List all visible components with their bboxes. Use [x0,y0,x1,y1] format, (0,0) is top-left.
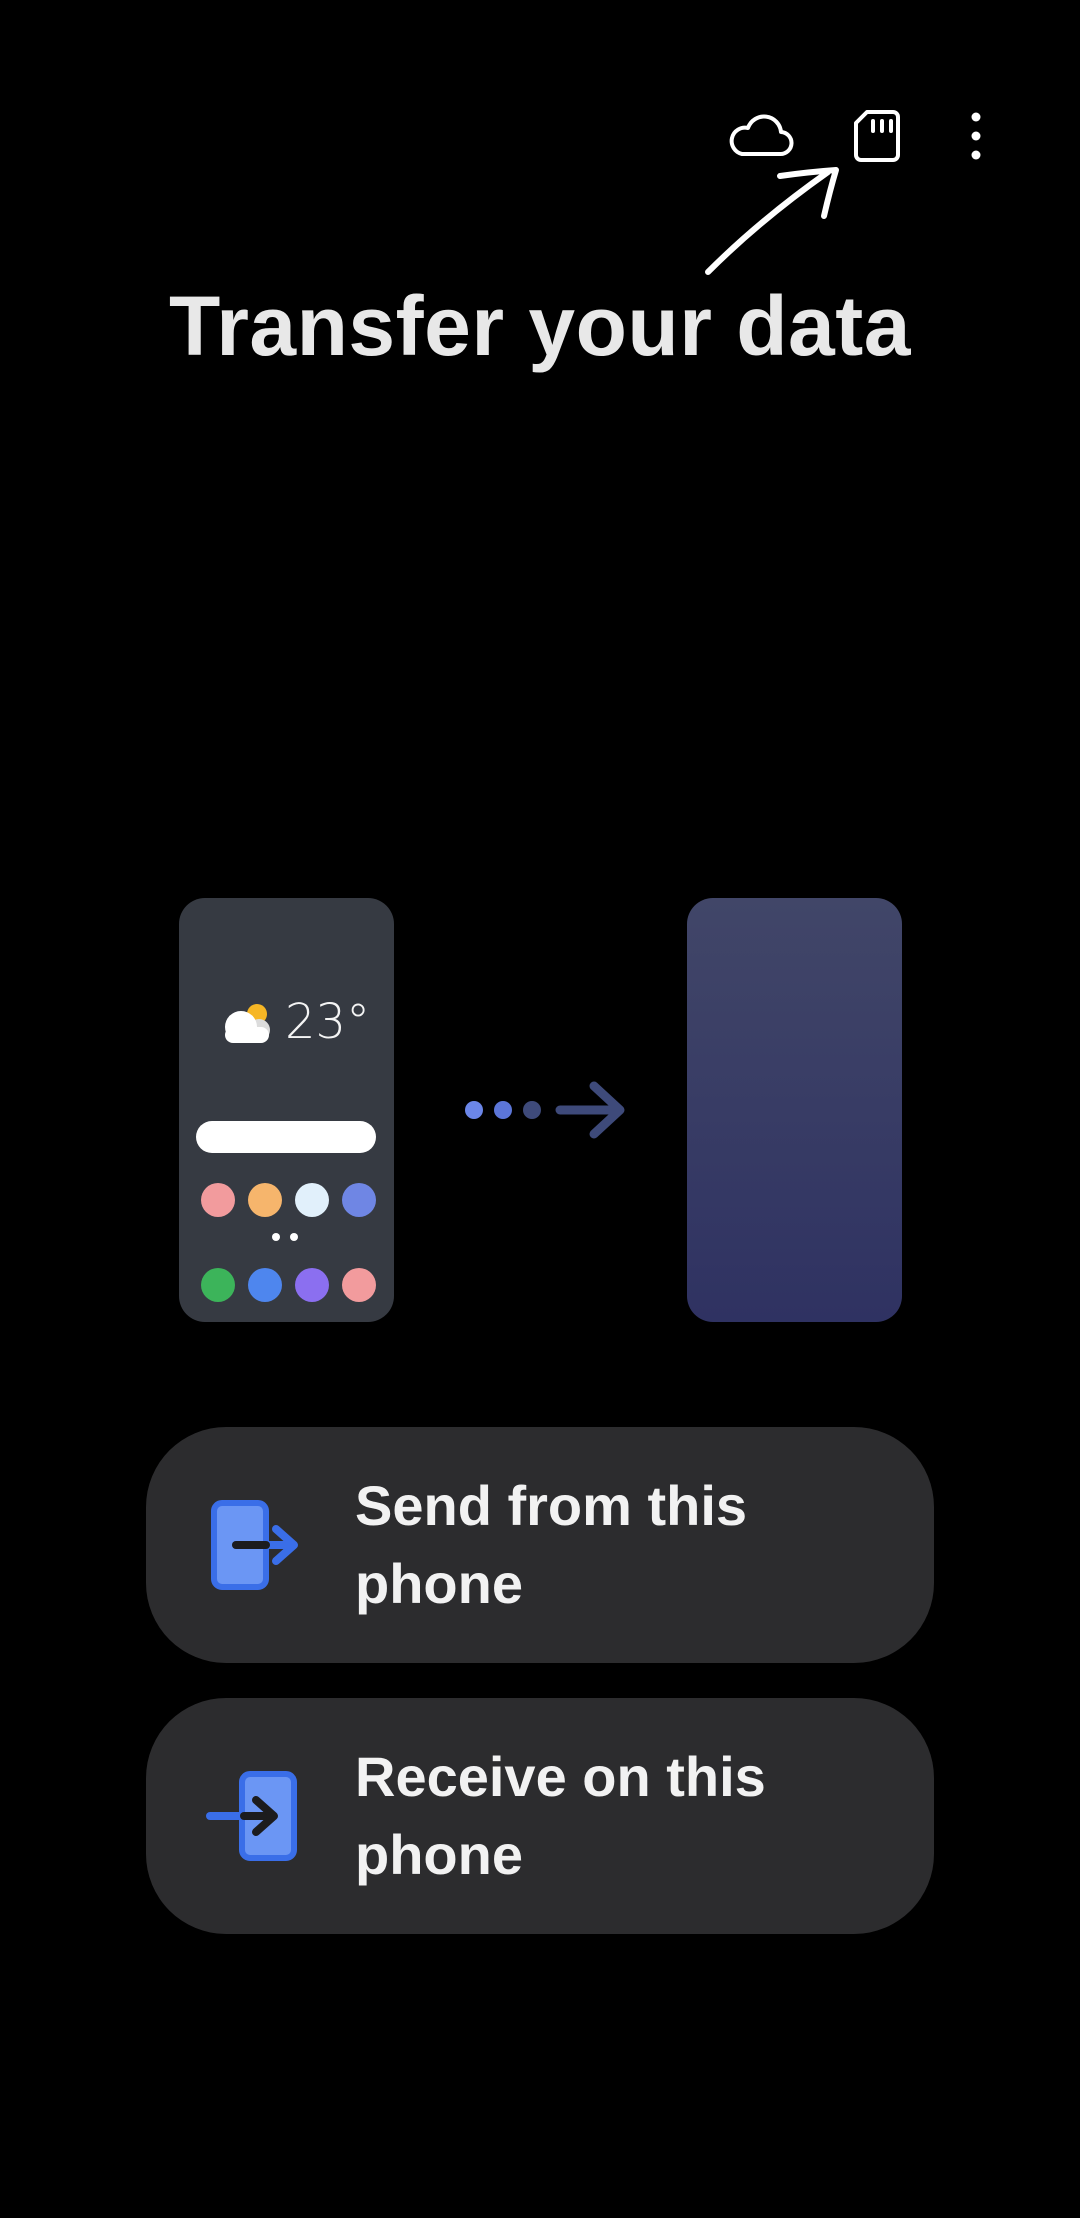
more-options-icon[interactable] [956,104,996,168]
send-phone-icon [211,1500,298,1590]
transfer-arrow-icon [465,1081,625,1139]
app-icon [248,1183,282,1217]
old-phone-illustration: 23° [179,898,394,1322]
app-icon [342,1183,376,1217]
app-icon [201,1268,235,1302]
weather-widget: 23° [221,994,370,1050]
app-icon [295,1268,329,1302]
send-from-this-phone-button[interactable]: Send from this phone [146,1427,934,1663]
new-phone-illustration [687,898,902,1322]
app-row-2 [201,1268,376,1302]
temperature-label: 23° [285,994,371,1050]
page-title: Transfer your data [169,279,911,373]
app-icon [342,1268,376,1302]
app-icon [201,1183,235,1217]
send-button-label: Send from this phone [355,1474,748,1615]
cloud-icon[interactable] [724,104,798,168]
receive-phone-icon [206,1771,297,1861]
sd-card-icon[interactable] [845,104,909,168]
annotation-arrow-icon [705,167,839,275]
receive-on-this-phone-button[interactable]: Receive on this phone [146,1698,934,1934]
search-bar-illustration [196,1121,376,1153]
app-row-1 [201,1183,376,1217]
app-icon [248,1268,282,1302]
page-indicator [272,1233,298,1241]
weather-icon [225,1004,270,1043]
receive-button-label: Receive on this phone [355,1745,766,1886]
app-icon [295,1183,329,1217]
